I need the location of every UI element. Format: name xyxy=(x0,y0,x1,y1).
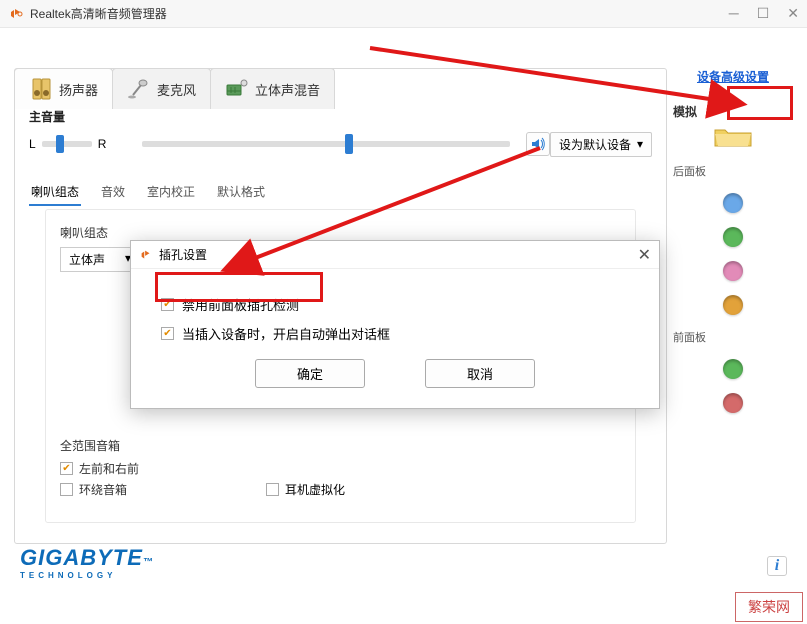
dialog-buttons: 确定 取消 xyxy=(161,359,629,388)
checkbox-front-lr[interactable]: 左前和右前 xyxy=(60,460,139,477)
dialog-titlebar: 插孔设置 ✕ xyxy=(131,241,659,269)
close-button[interactable]: ✕ xyxy=(787,5,799,22)
folder-icon[interactable] xyxy=(713,124,753,148)
tab-mic[interactable]: 麦克风 xyxy=(112,68,211,109)
balance-slider[interactable] xyxy=(42,141,92,147)
config-label: 喇叭组态 xyxy=(60,224,621,241)
chevron-down-icon: ▾ xyxy=(637,137,643,151)
volume-label: 主音量 xyxy=(29,108,65,125)
annotation-box-folder xyxy=(727,86,793,120)
opt2-label: 当插入设备时，开启自动弹出对话框 xyxy=(182,324,390,343)
tab-mic-label: 麦克风 xyxy=(157,80,196,99)
dialog-title: 插孔设置 xyxy=(159,246,207,263)
window-title: Realtek高清晰音频管理器 xyxy=(30,5,729,22)
tab-stereomix-label: 立体声混音 xyxy=(255,80,320,99)
jack-blue[interactable] xyxy=(723,193,743,213)
config-select-value: 立体声 xyxy=(69,251,105,268)
checkbox-front-lr-label: 左前和右前 xyxy=(79,460,139,477)
maximize-button[interactable]: ☐ xyxy=(757,5,770,22)
checkbox-icon xyxy=(266,483,279,496)
jack-settings-dialog: 插孔设置 ✕ 禁用前面板插孔检测 当插入设备时，开启自动弹出对话框 确定 取消 xyxy=(130,240,660,409)
checkbox-headphone-label: 耳机虚拟化 xyxy=(285,481,345,498)
fullrange-label: 全范围音箱 xyxy=(60,437,139,454)
front-panel-label: 前面板 xyxy=(673,329,793,345)
volume-section: 主音量 L R 设为默认设备 ▾ xyxy=(29,124,652,164)
jack-pink[interactable] xyxy=(723,261,743,281)
brand-logo: GIGABYTE™ TECHNOLOGY xyxy=(20,545,154,580)
minimize-button[interactable]: ─ xyxy=(729,5,739,22)
app-icon xyxy=(8,6,24,22)
tab-speaker-label: 扬声器 xyxy=(59,80,98,99)
main-volume-slider[interactable] xyxy=(142,141,510,147)
subtab-config[interactable]: 喇叭组态 xyxy=(29,179,81,206)
advanced-settings-link[interactable]: 设备高级设置 xyxy=(673,68,793,85)
jack-orange[interactable] xyxy=(723,295,743,315)
balance-control: L R xyxy=(29,137,106,151)
checkbox-surround[interactable]: 环绕音箱 xyxy=(60,481,139,498)
jack-front-red[interactable] xyxy=(723,393,743,413)
balance-left-label: L xyxy=(29,137,36,151)
back-panel-label: 后面板 xyxy=(673,163,793,179)
sound-icon xyxy=(530,136,546,152)
jack-front-green[interactable] xyxy=(723,359,743,379)
checkbox-icon xyxy=(161,327,174,340)
app-icon xyxy=(139,248,153,262)
tab-speaker[interactable]: 扬声器 xyxy=(14,68,113,109)
config-select[interactable]: 立体声 ▾ xyxy=(60,247,140,272)
window-titlebar: Realtek高清晰音频管理器 ─ ☐ ✕ xyxy=(0,0,807,28)
subtab-room[interactable]: 室内校正 xyxy=(145,179,197,206)
subtab-format[interactable]: 默认格式 xyxy=(215,179,267,206)
device-tabs: 扬声器 麦克风 立体声混音 xyxy=(14,68,334,109)
checkbox-icon xyxy=(60,483,73,496)
balance-right-label: R xyxy=(98,137,107,151)
set-default-select[interactable]: 设为默认设备 ▾ xyxy=(550,132,652,157)
right-column: 设备高级设置 模拟 后面板 前面板 xyxy=(673,68,793,544)
analog-section: 模拟 后面板 前面板 xyxy=(673,103,793,413)
sub-tabs: 喇叭组态 音效 室内校正 默认格式 xyxy=(29,179,267,206)
watermark: 繁荣网 xyxy=(735,592,803,622)
dialog-close-button[interactable]: ✕ xyxy=(638,245,651,265)
checkbox-headphone-virt[interactable]: 耳机虚拟化 xyxy=(266,481,345,498)
mic-icon xyxy=(127,77,151,101)
checkbox-icon xyxy=(60,462,73,475)
annotation-box-option xyxy=(155,272,323,302)
set-default-label: 设为默认设备 xyxy=(559,136,631,153)
tab-stereomix[interactable]: 立体声混音 xyxy=(210,68,335,109)
checkbox-auto-popup[interactable]: 当插入设备时，开启自动弹出对话框 xyxy=(161,324,629,343)
jack-green[interactable] xyxy=(723,227,743,247)
cancel-button[interactable]: 取消 xyxy=(425,359,535,388)
checkbox-surround-label: 环绕音箱 xyxy=(79,481,127,498)
stereomix-icon xyxy=(225,77,249,101)
speaker-icon xyxy=(29,77,53,101)
mute-button[interactable] xyxy=(526,132,550,156)
fullrange-group: 全范围音箱 左前和右前 环绕音箱 xyxy=(60,437,139,502)
subtab-effects[interactable]: 音效 xyxy=(99,179,127,206)
ok-button[interactable]: 确定 xyxy=(255,359,365,388)
info-button[interactable]: i xyxy=(767,556,787,576)
